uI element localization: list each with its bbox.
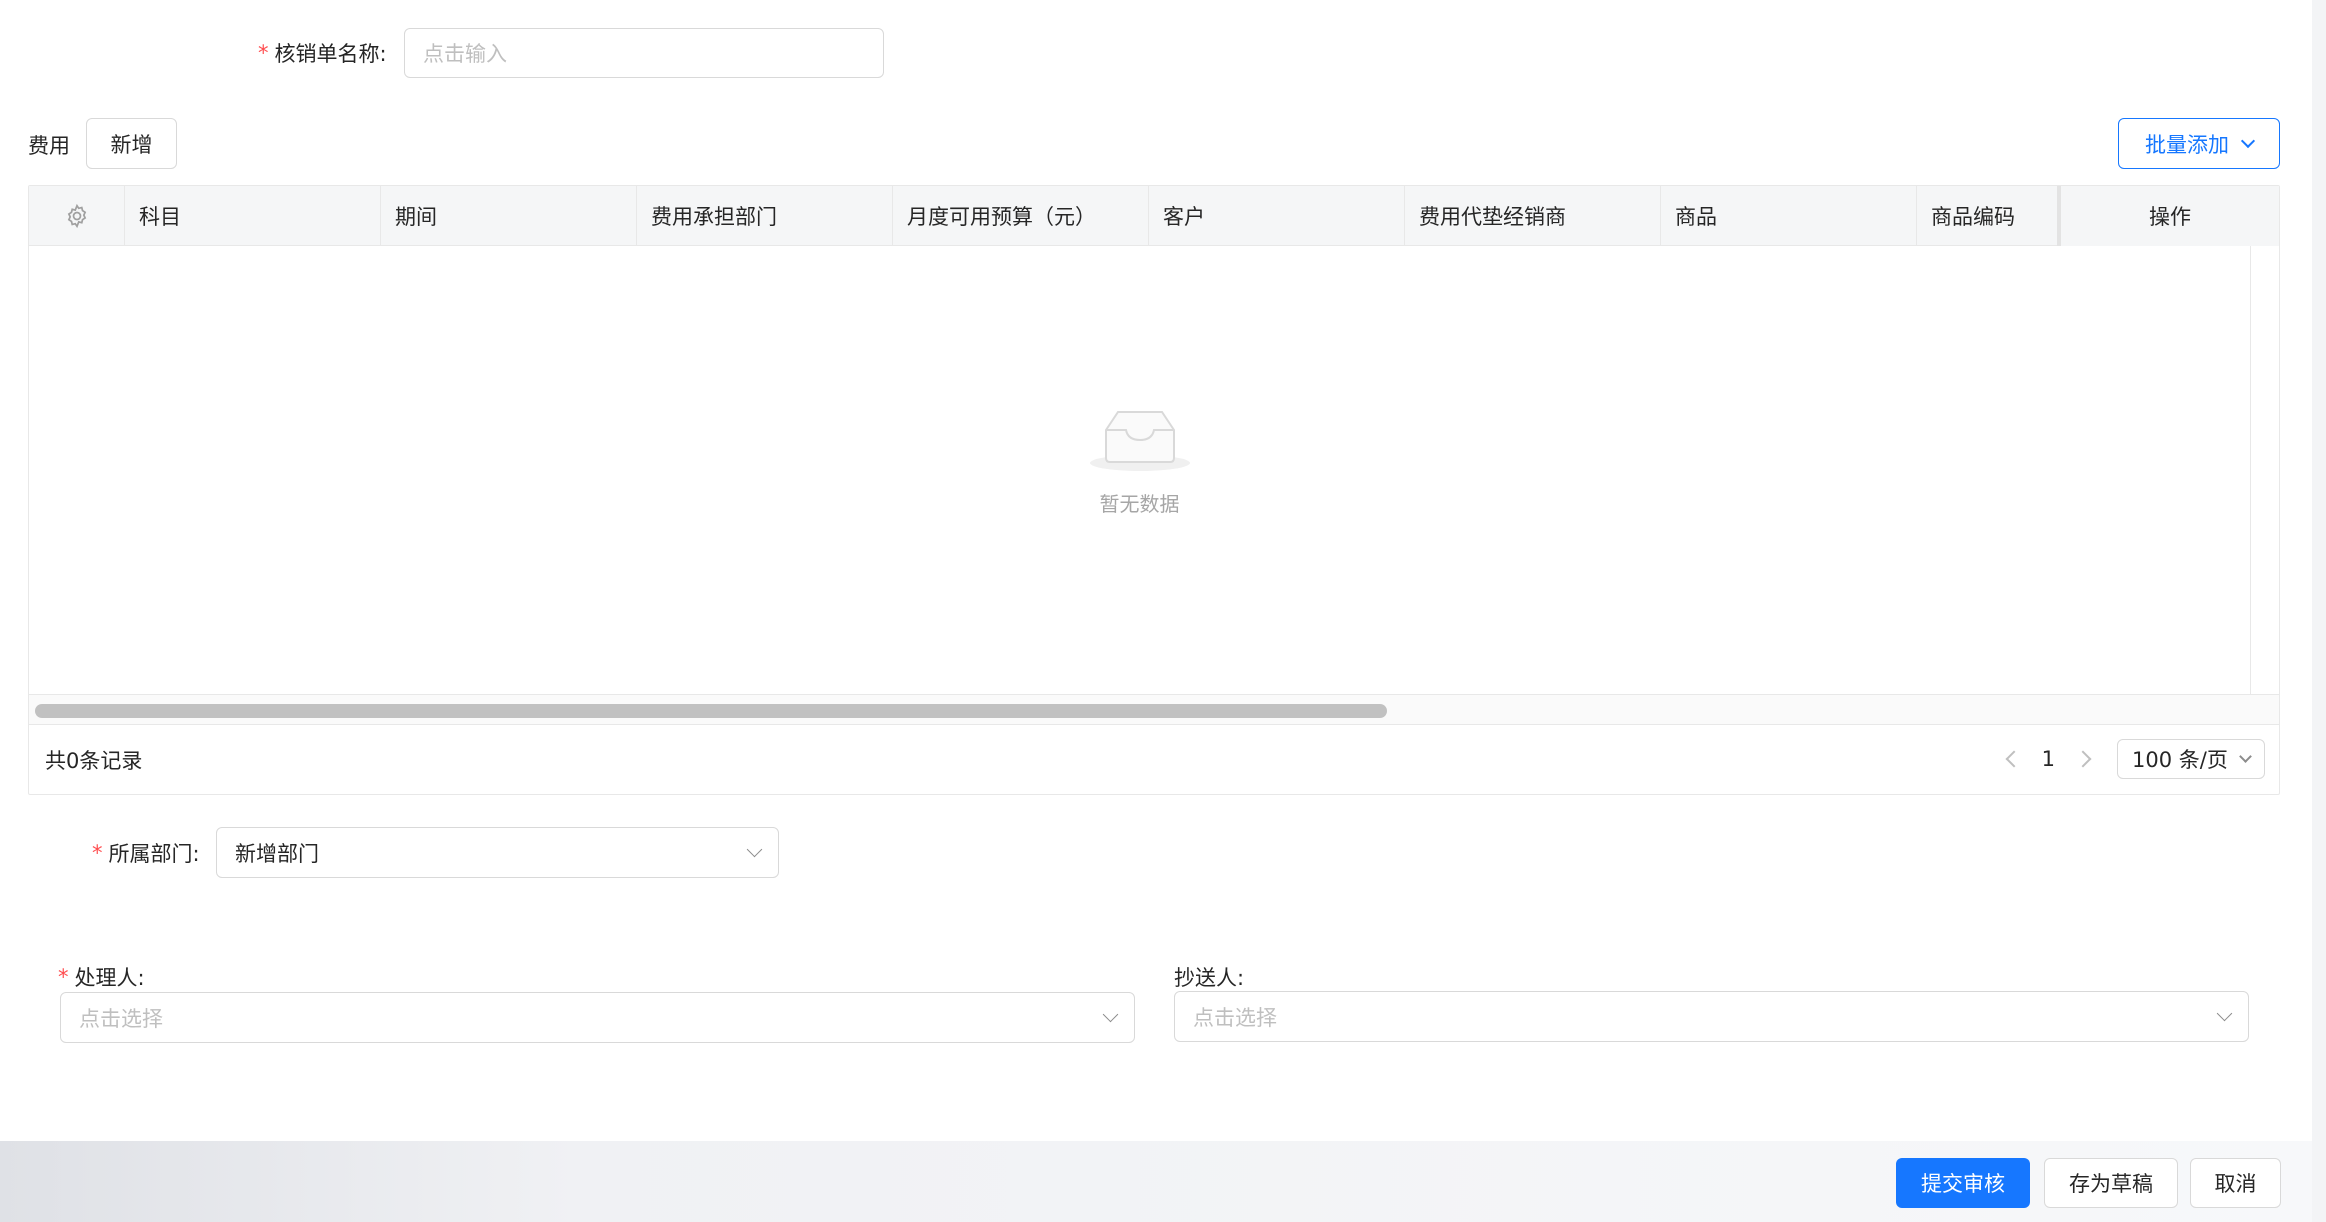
batch-add-label: 批量添加 [2145,132,2229,157]
add-fee-button[interactable]: 新增 [86,118,177,169]
column-header-customer: 客户 [1149,186,1405,246]
gear-icon [67,203,86,229]
fee-section-label: 费用 [28,134,70,158]
required-mark: * [58,965,69,989]
submit-review-button[interactable]: 提交审核 [1896,1158,2030,1208]
name-label-text: 核销单名称: [274,42,387,66]
cc-select[interactable]: 点击选择 [1174,991,2249,1042]
chevron-down-icon [2239,749,2252,763]
column-header-action: 操作 [2057,186,2279,246]
department-label-text: 所属部门: [108,842,200,866]
required-mark: * [258,41,269,65]
chevron-down-icon [2216,1005,2233,1022]
handler-field-label: * 处理人: [58,962,145,992]
inbox-icon [1089,411,1190,471]
empty-state: 暂无数据 [29,406,2250,517]
cc-label-text: 抄送人: [1174,966,1245,990]
table-footer: 共0条记录 1 100 条/页 [29,724,2279,794]
name-field-label: * 核销单名称: [258,38,387,68]
cancel-button[interactable]: 取消 [2190,1158,2281,1208]
horizontal-scrollbar[interactable] [29,694,2279,724]
column-header-budget: 月度可用预算（元） [893,186,1149,246]
page-size-select[interactable]: 100 条/页 [2117,739,2265,779]
chevron-down-icon [1102,1006,1119,1023]
column-header-product: 商品 [1661,186,1917,246]
column-header-dept: 费用承担部门 [637,186,893,246]
column-header-dealer: 费用代垫经销商 [1405,186,1661,246]
department-select[interactable]: 新增部门 [216,827,779,878]
table-header: 科目 期间 费用承担部门 月度可用预算（元） 客户 费用代垫经销商 商品 商品编… [29,186,2279,246]
chevron-left-icon[interactable] [2005,750,2023,768]
fee-table: 科目 期间 费用承担部门 月度可用预算（元） 客户 费用代垫经销商 商品 商品编… [28,185,2280,795]
empty-text: 暂无数据 [1099,492,1180,516]
current-page[interactable]: 1 [2042,747,2055,771]
department-value: 新增部门 [235,841,319,866]
handler-select[interactable]: 点击选择 [60,992,1135,1043]
page-size-value: 100 条/页 [2132,748,2228,772]
required-mark: * [92,841,103,865]
table-body: 暂无数据 [29,246,2251,694]
name-input-placeholder: 点击输入 [423,42,507,66]
scrollbar-thumb[interactable] [35,704,1387,718]
chevron-right-icon[interactable] [2074,750,2092,768]
save-draft-button[interactable]: 存为草稿 [2044,1158,2178,1208]
column-settings[interactable] [29,186,125,246]
handler-placeholder: 点击选择 [79,1006,163,1031]
handler-label-text: 处理人: [74,966,145,990]
cc-placeholder: 点击选择 [1193,1005,1277,1030]
reimbursement-form-page: * 核销单名称: 点击输入 费用 新增 批量添加 科目 期间 费用承担部门 月度… [0,0,2326,1222]
column-header-period: 期间 [381,186,637,246]
batch-add-button[interactable]: 批量添加 [2118,118,2280,169]
column-header-product-code: 商品编码 [1931,205,2015,229]
bottom-action-bar: 提交审核 存为草稿 取消 [0,1141,2312,1222]
page-scroll-gutter [2312,0,2326,1222]
pagination: 1 100 条/页 [2002,739,2265,779]
chevron-down-icon [746,841,763,858]
name-input[interactable]: 点击输入 [404,28,884,78]
column-header-subject: 科目 [125,186,381,246]
total-records: 共0条记录 [45,748,143,773]
chevron-down-icon [2240,133,2256,148]
department-field-label: * 所属部门: [92,838,200,868]
